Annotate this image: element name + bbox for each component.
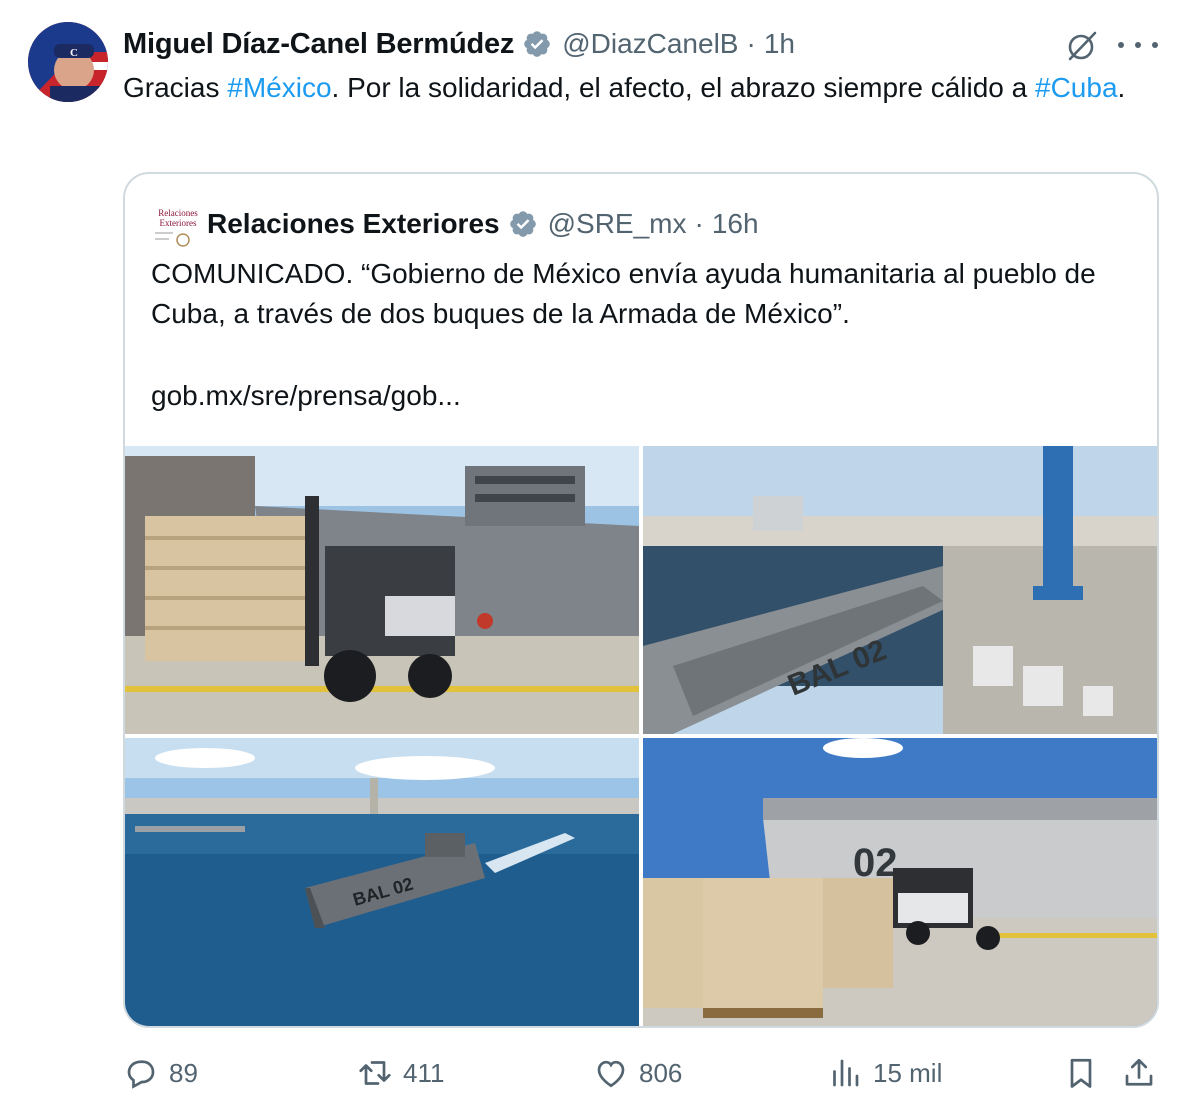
like-button[interactable]: 806: [593, 1048, 682, 1098]
share-button[interactable]: [1121, 1048, 1157, 1098]
quoted-tweet[interactable]: Relaciones Exteriores Relaciones Exterio…: [123, 172, 1159, 1028]
tweet-time[interactable]: 1h: [764, 28, 795, 60]
tweet-header: Miguel Díaz-Canel Bermúdez @DiazCanelB ·…: [123, 24, 1146, 64]
hashtag-cuba[interactable]: #Cuba: [1035, 72, 1118, 103]
photo-grid: BAL 02 BAL 02 02: [125, 446, 1157, 1026]
tweet-text-part: . Por la solidaridad, el afecto, el abra…: [331, 72, 1036, 103]
quote-author-name[interactable]: Relaciones Exteriores: [207, 208, 500, 240]
svg-text:C: C: [70, 47, 78, 59]
quote-time[interactable]: 16h: [712, 208, 759, 240]
author-avatar[interactable]: C: [28, 22, 108, 102]
repost-count: 411: [403, 1057, 445, 1088]
hashtag-mexico[interactable]: #México: [227, 72, 331, 103]
grok-icon[interactable]: [1064, 28, 1100, 64]
reply-button[interactable]: 89: [123, 1048, 198, 1098]
author-handle[interactable]: @DiazCanelB: [562, 28, 738, 60]
repost-button[interactable]: 411: [357, 1048, 444, 1098]
tweet-text-part: Gracias: [123, 72, 228, 103]
reply-count: 89: [169, 1057, 198, 1088]
views-button[interactable]: 15 mil: [827, 1048, 942, 1098]
share-icon: [1125, 1058, 1153, 1086]
quote-avatar[interactable]: Relaciones Exteriores: [149, 200, 207, 258]
tweet-text: Gracias #México. Por la solidaridad, el …: [123, 68, 1143, 108]
views-chart-icon: [833, 1059, 859, 1087]
svg-text:Exteriores: Exteriores: [160, 218, 197, 228]
quote-header: Relaciones Exteriores @SRE_mx · 16h: [207, 204, 759, 244]
author-name[interactable]: Miguel Díaz-Canel Bermúdez: [123, 28, 514, 61]
bookmark-icon: [1070, 1058, 1092, 1088]
separator-dot: ·: [694, 208, 704, 239]
quote-link[interactable]: gob.mx/sre/prensa/gob...: [151, 376, 461, 416]
quote-author-handle[interactable]: @SRE_mx: [548, 208, 687, 240]
svg-text:Relaciones: Relaciones: [158, 208, 198, 218]
repost-icon: [359, 1061, 391, 1085]
quote-text: COMUNICADO. “Gobierno de México envía ay…: [151, 258, 1096, 329]
reply-icon: [127, 1060, 155, 1089]
photo-pallets-hull[interactable]: 02: [643, 738, 1157, 1026]
like-count: 806: [639, 1057, 683, 1088]
photo-aerial-port[interactable]: BAL 02: [643, 446, 1157, 734]
verified-badge-icon: [524, 31, 551, 57]
separator-dot: ·: [746, 28, 756, 59]
more-options-icon[interactable]: [1118, 30, 1158, 60]
sre-logo-icon: Relaciones Exteriores: [149, 200, 207, 258]
bookmark-button[interactable]: [1063, 1048, 1099, 1098]
tweet-text-part: .: [1117, 72, 1126, 103]
verified-badge-icon: [509, 211, 536, 237]
tweet-actions: 89 411 806 15 mil: [123, 1048, 1163, 1098]
heart-icon: [597, 1060, 625, 1088]
photo-ship-sailing[interactable]: BAL 02: [125, 738, 639, 1026]
photo-forklift-dock[interactable]: [125, 446, 639, 734]
views-count: 15 mil: [873, 1057, 943, 1088]
